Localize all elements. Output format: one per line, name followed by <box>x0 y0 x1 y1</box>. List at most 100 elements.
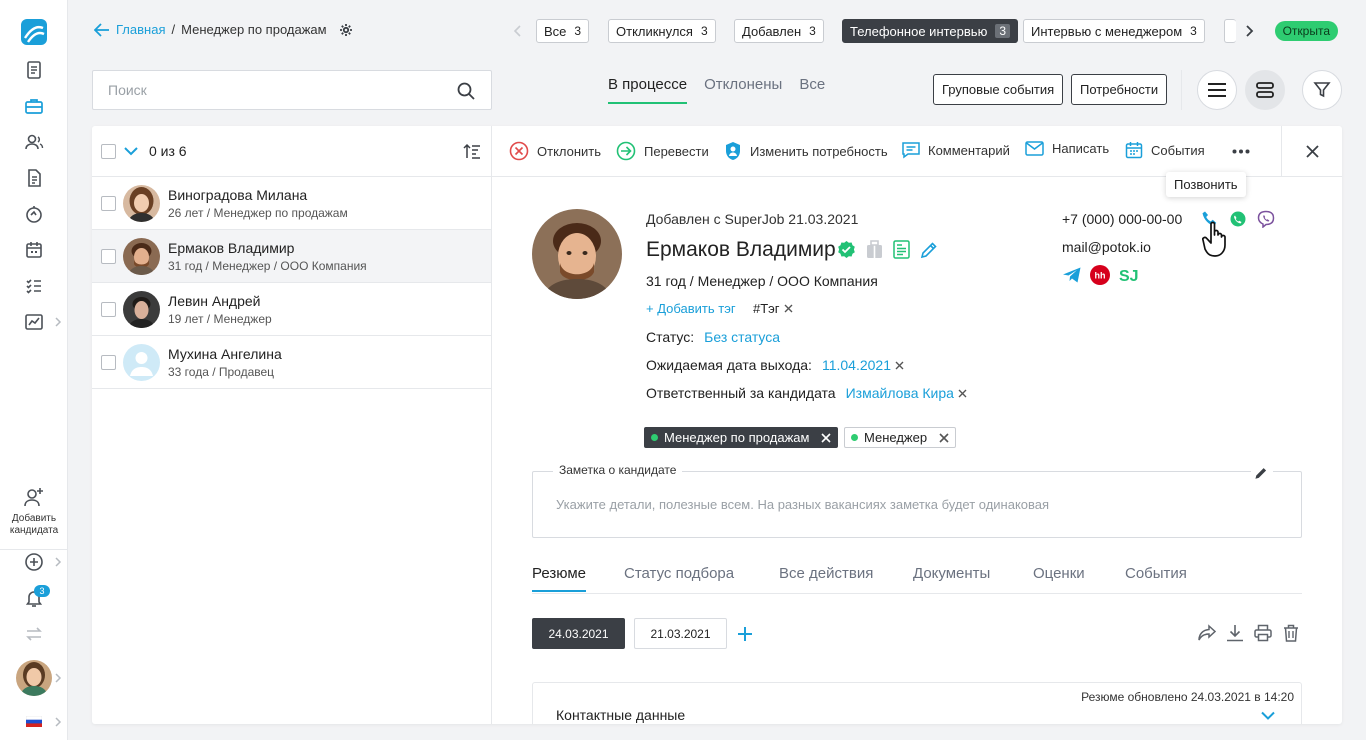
candidate-email[interactable]: mail@potok.io <box>1062 239 1151 255</box>
chevron-left-icon[interactable] <box>513 25 523 37</box>
candidate-phone[interactable]: +7 (000) 000-00-00 <box>1062 211 1182 227</box>
add-resume-icon[interactable] <box>738 627 752 641</box>
tab-documents[interactable]: Документы <box>913 565 990 590</box>
tasks-icon[interactable] <box>22 274 46 298</box>
tag-chip: #Тэг <box>753 301 793 316</box>
responsible-value[interactable]: Измайлова Кира <box>846 385 954 401</box>
stage-overflow[interactable] <box>1224 19 1236 43</box>
comment-button[interactable]: Комментарий <box>902 141 1010 159</box>
tab-events[interactable]: События <box>1125 565 1187 590</box>
plus-circle-icon[interactable] <box>22 550 46 574</box>
row-checkbox[interactable] <box>101 249 116 264</box>
share-icon[interactable] <box>1198 624 1216 642</box>
vacancy-status-badge[interactable]: Открыта <box>1274 21 1338 41</box>
gift-icon[interactable] <box>866 240 883 259</box>
logo-icon[interactable] <box>20 18 48 46</box>
user-avatar[interactable] <box>16 660 52 696</box>
reject-button[interactable]: Отклонить <box>509 141 601 161</box>
select-all-checkbox[interactable] <box>101 143 116 159</box>
chevron-down-icon[interactable] <box>124 146 138 156</box>
stage-manager-interview[interactable]: Интервью с менеджером 3 <box>1023 19 1205 43</box>
remove-tag-icon[interactable] <box>784 304 793 313</box>
reports-icon[interactable] <box>22 166 46 190</box>
analytics-icon[interactable] <box>22 310 46 334</box>
tab-all[interactable]: Все <box>799 76 825 104</box>
chevron-right-icon[interactable] <box>53 717 63 727</box>
more-icon[interactable] <box>1232 149 1250 154</box>
breadcrumb-home-link[interactable]: Главная <box>116 22 165 37</box>
calendar-icon[interactable] <box>22 238 46 262</box>
chevron-right-icon[interactable] <box>53 673 63 683</box>
russia-flag-icon[interactable] <box>26 716 42 727</box>
list-item[interactable]: Левин Андрей 19 лет / Менеджер <box>92 283 491 336</box>
superjob-icon[interactable]: SJ <box>1118 265 1140 285</box>
vacancy-chip[interactable]: Менеджер по продажам <box>644 427 839 448</box>
close-detail-button[interactable] <box>1281 126 1342 177</box>
hh-icon[interactable]: hh <box>1090 265 1110 285</box>
write-button[interactable]: Написать <box>1025 141 1109 156</box>
add-candidate-button[interactable]: Добавить кандидата <box>0 486 68 537</box>
gear-icon[interactable] <box>339 23 353 37</box>
stage-phone-interview[interactable]: Телефонное интервью 3 <box>842 19 1019 43</box>
search-icon[interactable] <box>457 82 475 100</box>
activity-icon[interactable] <box>22 202 46 226</box>
row-checkbox[interactable] <box>101 196 116 211</box>
tab-rejected[interactable]: Отклонены <box>704 76 782 104</box>
transfer-icon <box>616 141 636 161</box>
download-icon[interactable] <box>1226 624 1244 642</box>
filter-icon <box>1313 82 1331 98</box>
stage-added[interactable]: Добавлен 3 <box>734 19 824 43</box>
resume-icon[interactable] <box>893 240 910 259</box>
tab-selection-status[interactable]: Статус подбора <box>624 565 734 590</box>
tab-ratings[interactable]: Оценки <box>1033 565 1085 590</box>
remove-vacancy-icon[interactable] <box>821 432 832 443</box>
events-button[interactable]: События <box>1125 141 1205 159</box>
viber-icon[interactable] <box>1257 210 1275 228</box>
documents-icon[interactable] <box>22 58 46 82</box>
tab-in-progress[interactable]: В процессе <box>608 76 688 104</box>
row-checkbox[interactable] <box>101 355 116 370</box>
add-tag-link[interactable]: + Добавить тэг <box>646 301 736 316</box>
transfer-button[interactable]: Перевести <box>616 141 709 161</box>
switch-icon[interactable] <box>22 622 46 646</box>
filter-button[interactable] <box>1302 70 1342 110</box>
telegram-icon[interactable] <box>1062 265 1082 285</box>
chevron-right-icon[interactable] <box>53 557 63 567</box>
vacancy-chip[interactable]: Менеджер <box>844 427 957 448</box>
tab-resume[interactable]: Резюме <box>532 565 586 592</box>
candidate-name: Ермаков Владимир <box>168 240 295 256</box>
print-icon[interactable] <box>1254 624 1272 642</box>
vacancies-icon[interactable] <box>22 94 46 118</box>
split-view-button[interactable] <box>1245 70 1285 110</box>
list-item[interactable]: Ермаков Владимир 31 год / Менеджер / ООО… <box>92 230 491 283</box>
edit-pencil-icon[interactable] <box>920 241 938 259</box>
search-input[interactable] <box>93 71 433 109</box>
list-item[interactable]: Мухина Ангелина 33 года / Продавец <box>92 336 491 389</box>
tab-all-actions[interactable]: Все действия <box>779 565 873 590</box>
chevron-right-icon[interactable] <box>53 317 63 327</box>
row-checkbox[interactable] <box>101 302 116 317</box>
candidate-note[interactable]: Заметка о кандидате Укажите детали, поле… <box>532 463 1302 538</box>
trash-icon[interactable] <box>1282 624 1300 642</box>
chevron-right-icon[interactable] <box>1244 24 1254 38</box>
needs-button[interactable]: Потребности <box>1071 74 1168 105</box>
list-view-button[interactable] <box>1197 70 1237 110</box>
clear-responsible-icon[interactable] <box>958 389 967 398</box>
candidate-name: Мухина Ангелина <box>168 346 282 362</box>
arrow-left-icon[interactable] <box>94 22 110 37</box>
sort-icon[interactable] <box>463 143 481 159</box>
candidates-icon[interactable] <box>22 130 46 154</box>
list-item[interactable]: Виноградова Милана 26 лет / Менеджер по … <box>92 177 491 230</box>
resume-version-date[interactable]: 24.03.2021 <box>532 618 625 649</box>
group-events-button[interactable]: Груповые события <box>933 74 1064 105</box>
clear-date-icon[interactable] <box>895 361 904 370</box>
resume-version-date[interactable]: 21.03.2021 <box>634 618 727 649</box>
stage-responded[interactable]: Откликнулся 3 <box>608 19 716 43</box>
change-need-button[interactable]: Изменить потребность <box>724 141 888 161</box>
status-value-link[interactable]: Без статуса <box>704 329 780 345</box>
start-date-value[interactable]: 11.04.2021 <box>822 357 891 373</box>
remove-vacancy-icon[interactable] <box>939 432 949 443</box>
chevron-down-icon[interactable] <box>1261 711 1275 720</box>
stage-all[interactable]: Все 3 <box>536 19 590 43</box>
edit-note-icon[interactable] <box>1251 464 1273 482</box>
